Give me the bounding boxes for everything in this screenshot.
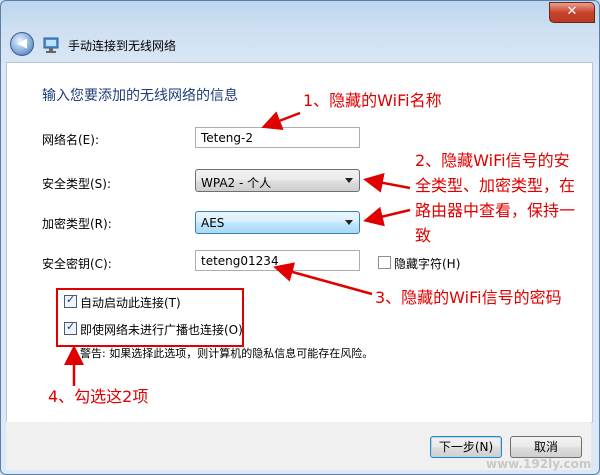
annotation-4: 4、勾选这2项 (48, 387, 149, 406)
annotation-3: 3、隐藏的WiFi信号的密码 (375, 288, 562, 307)
annotation-2-line-2: 全类型、加密类型，在 (415, 176, 576, 195)
annotation-1: 1、隐藏的WiFi名称 (303, 91, 442, 110)
annotation-2-line-3: 路由器中查看，保持一 (415, 201, 576, 220)
watermark: www.192ly.com (486, 457, 592, 471)
arrow-to-security-key (273, 262, 373, 296)
annotation-2-line-4: 致 (415, 226, 432, 245)
arrow-to-network-name (261, 111, 301, 130)
arrow-to-security-type (363, 172, 411, 193)
annotation-2-line-1: 2、隐藏WiFi信号的安 (415, 151, 570, 170)
arrow-to-encryption-type (363, 206, 411, 227)
